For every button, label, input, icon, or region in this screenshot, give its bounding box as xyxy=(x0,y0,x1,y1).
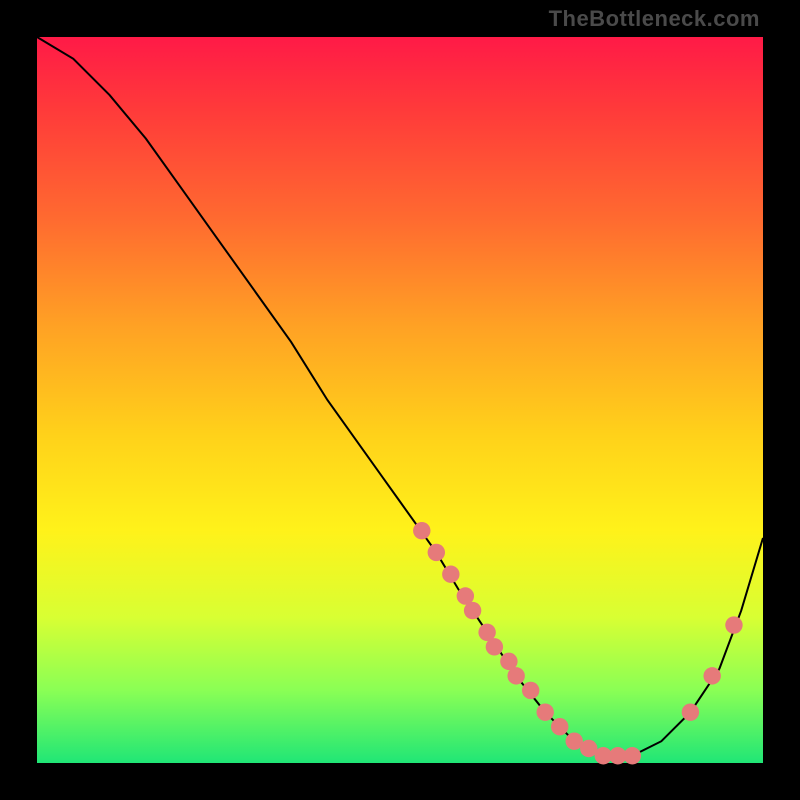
watermark-text: TheBottleneck.com xyxy=(549,6,760,32)
sample-dot xyxy=(725,616,742,633)
sample-dot xyxy=(624,747,641,764)
sample-dot xyxy=(464,602,481,619)
chart-stage: TheBottleneck.com xyxy=(0,0,800,800)
sample-dot xyxy=(522,682,539,699)
sample-dot xyxy=(536,703,553,720)
sample-dots-group xyxy=(413,522,743,764)
sample-dot xyxy=(682,703,699,720)
sample-dot xyxy=(703,667,720,684)
sample-dot xyxy=(486,638,503,655)
sample-dot xyxy=(507,667,524,684)
sample-dot xyxy=(442,566,459,583)
sample-dot xyxy=(428,544,445,561)
sample-dot xyxy=(551,718,568,735)
sample-dot xyxy=(413,522,430,539)
bottleneck-curve-path xyxy=(37,37,763,756)
curve-layer xyxy=(37,37,763,763)
